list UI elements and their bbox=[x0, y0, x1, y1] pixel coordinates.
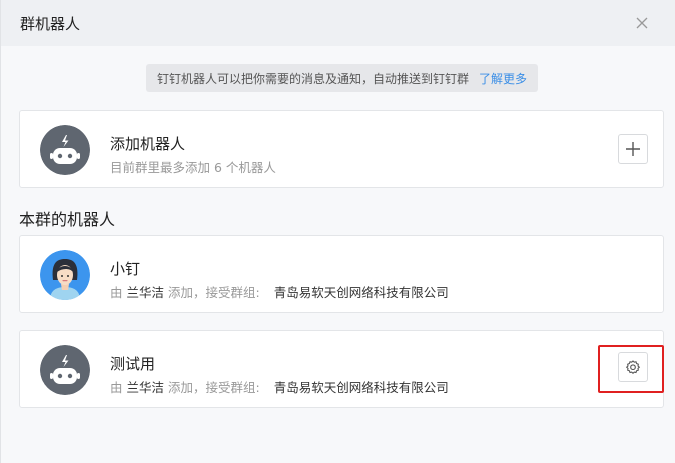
notice-text: 钉钉机器人可以把你需要的消息及通知，自动推送到钉钉群 bbox=[156, 71, 469, 86]
robot-author: 兰华洁 bbox=[126, 380, 165, 395]
dialog-title: 群机器人 bbox=[20, 15, 81, 33]
add-robot-button[interactable] bbox=[618, 134, 648, 164]
robot-info: 由 兰华洁 添加，接受群组: 青岛易软天创网络科技有限公司 bbox=[110, 285, 449, 300]
add-robot-subtitle: 目前群里最多添加 6 个机器人 bbox=[110, 160, 276, 175]
robot-icon bbox=[40, 345, 90, 395]
robot-group: 青岛易软天创网络科技有限公司 bbox=[273, 380, 449, 395]
add-robot-title: 添加机器人 bbox=[110, 135, 186, 153]
assistant-avatar bbox=[40, 250, 90, 300]
robot-group: 青岛易软天创网络科技有限公司 bbox=[273, 285, 449, 300]
notice-bar: 钉钉机器人可以把你需要的消息及通知，自动推送到钉钉群 了解更多 bbox=[146, 64, 538, 92]
robot-info: 由 兰华洁 添加，接受群组: 青岛易软天创网络科技有限公司 bbox=[110, 380, 449, 395]
robot-card[interactable]: 测试用 由 兰华洁 添加，接受群组: 青岛易软天创网络科技有限公司 bbox=[19, 330, 664, 408]
robot-icon bbox=[40, 125, 90, 175]
plus-icon bbox=[626, 142, 640, 156]
robot-name: 测试用 bbox=[110, 355, 156, 373]
section-title: 本群的机器人 bbox=[19, 210, 116, 229]
robot-card[interactable]: 小钉 由 兰华洁 添加，接受群组: 青岛易软天创网络科技有限公司 bbox=[19, 235, 664, 313]
close-button[interactable] bbox=[629, 10, 655, 36]
robot-author: 兰华洁 bbox=[126, 285, 165, 300]
robot-name: 小钉 bbox=[110, 260, 141, 278]
dialog-header: 群机器人 bbox=[1, 0, 675, 46]
robot-dialog: 群机器人 钉钉机器人可以把你需要的消息及通知，自动推送到钉钉群 了解更多 添加机… bbox=[0, 0, 675, 463]
add-robot-card[interactable]: 添加机器人 目前群里最多添加 6 个机器人 bbox=[19, 110, 664, 188]
close-icon bbox=[636, 17, 648, 29]
learn-more-link[interactable]: 了解更多 bbox=[479, 70, 527, 87]
highlight-box bbox=[598, 345, 664, 393]
